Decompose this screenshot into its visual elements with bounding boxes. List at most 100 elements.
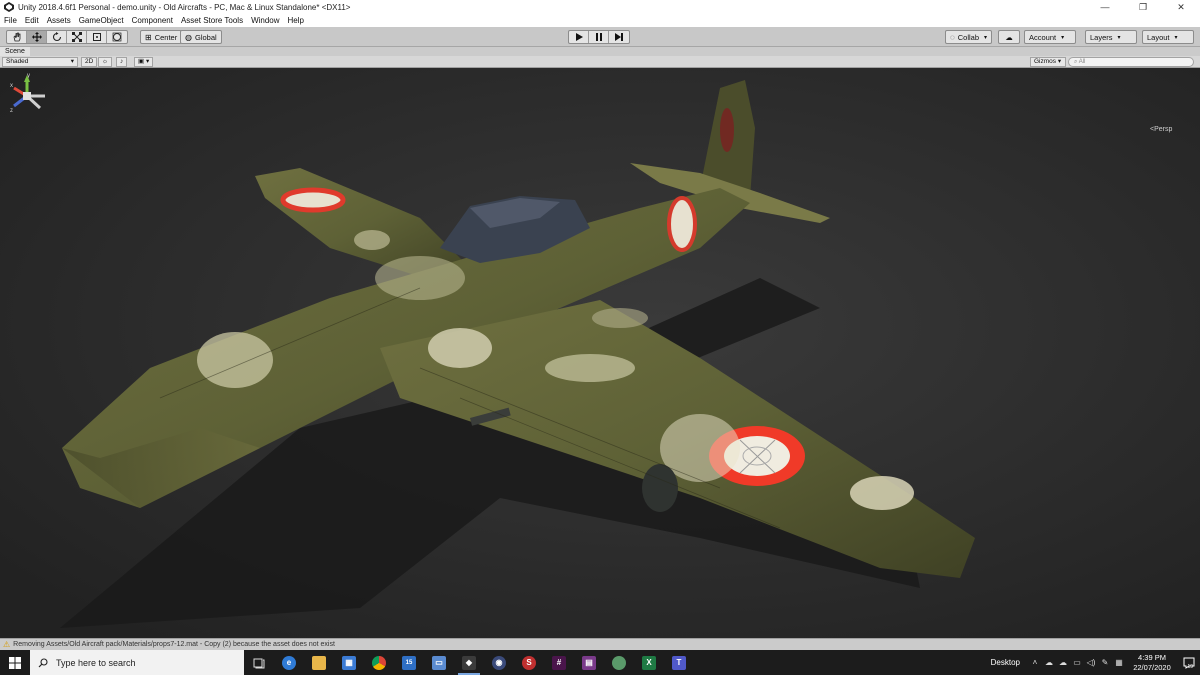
taskbar-file-explorer[interactable] [304, 650, 334, 675]
taskbar-teams[interactable]: T [664, 650, 694, 675]
excel-icon: X [642, 655, 656, 670]
chevron-up-icon[interactable]: ˄ [1028, 650, 1042, 675]
collab-dropdown[interactable]: ◌ Collab ▾ [945, 30, 993, 44]
menu-file[interactable]: File [4, 16, 17, 25]
clock-date: 22/07/2020 [1133, 662, 1171, 672]
tab-scene[interactable]: Scene [0, 47, 30, 56]
mode-2d-toggle[interactable]: 2D [81, 57, 98, 67]
svg-text:x: x [10, 83, 13, 89]
taskbar-edge[interactable]: e [274, 650, 304, 675]
volume-icon[interactable]: ◁) [1084, 650, 1098, 675]
clock[interactable]: 4:39 PM 22/07/2020 [1126, 653, 1178, 673]
hand-tool-button[interactable] [7, 31, 27, 43]
scene-viewport[interactable]: y x z <Persp [0, 68, 1200, 638]
rotate-tool-button[interactable] [47, 31, 67, 43]
restore-button[interactable]: ❐ [1124, 0, 1162, 14]
cloud-button[interactable]: ☁ [998, 30, 1020, 44]
menu-edit[interactable]: Edit [25, 16, 39, 25]
search-icon: ⌕ [1074, 59, 1078, 65]
orientation-gizmo[interactable]: y x z [0, 68, 50, 128]
onedrive-icon[interactable]: ☁ [1056, 650, 1070, 675]
clock-time: 4:39 PM [1138, 652, 1166, 662]
aircraft-render [0, 68, 1200, 638]
taskbar-chrome[interactable] [364, 650, 394, 675]
taskbar-unity[interactable]: ◆ [454, 650, 484, 675]
landing-gear [642, 464, 678, 512]
store-icon: ▦ [342, 655, 356, 670]
system-tray: Desktop ˄ ☁ ☁ ▭ ◁) ✎ ▦ 4:39 PM 22/07/202… [991, 650, 1200, 675]
start-button[interactable] [0, 650, 30, 675]
transform-tools [6, 30, 128, 44]
taskbar-search-input[interactable]: Type here to search [30, 650, 244, 675]
account-dropdown[interactable]: Account ▾ [1024, 30, 1076, 44]
remote-desktop-icon: ▭ [432, 655, 446, 670]
pen-icon[interactable]: ✎ [1098, 650, 1112, 675]
task-view-button[interactable] [244, 650, 274, 675]
taskbar-store[interactable]: ▦ [334, 650, 364, 675]
image-icon: ▣ [138, 58, 145, 65]
menu-gameobject[interactable]: GameObject [79, 16, 124, 25]
network-icon[interactable]: ▭ [1070, 650, 1084, 675]
shading-mode-dropdown[interactable]: Shaded ▾ [2, 57, 78, 67]
cloud-icon[interactable]: ☁ [1042, 650, 1056, 675]
taskbar-app-green[interactable] [604, 650, 634, 675]
status-message: Removing Assets/Old Aircraft pack/Materi… [13, 641, 335, 648]
transform-tool-button[interactable] [107, 31, 127, 43]
taskbar-excel[interactable]: X [634, 650, 664, 675]
cinema4d-icon: ◉ [492, 655, 506, 670]
pause-button[interactable] [589, 31, 609, 43]
task-view-icon [253, 658, 265, 668]
menu-component[interactable]: Component [132, 16, 173, 25]
step-button[interactable] [609, 31, 629, 43]
play-button[interactable] [569, 31, 589, 43]
mail-icon: 15 [402, 655, 416, 670]
search-placeholder: Type here to search [56, 657, 136, 668]
pivot-rotation-toggle[interactable]: ◍ Global [180, 30, 222, 44]
rect-tool-button[interactable] [87, 31, 107, 43]
layers-dropdown[interactable]: Layers ▾ [1085, 30, 1137, 44]
app-icon [612, 655, 626, 670]
taskbar-mail[interactable]: 15 [394, 650, 424, 675]
taskbar-cinema4d[interactable]: ◉ [484, 650, 514, 675]
pivot-rotation-label: Global [194, 32, 217, 42]
console-status-bar[interactable]: ⚠ Removing Assets/Old Aircraft pack/Mate… [0, 638, 1200, 650]
close-button[interactable]: ✕ [1162, 0, 1200, 14]
lighting-toggle[interactable]: ☼ [98, 57, 112, 67]
projection-label[interactable]: <Persp [1150, 126, 1172, 133]
language-icon[interactable]: ▦ [1112, 650, 1126, 675]
notifications-button[interactable]: 19 [1178, 650, 1200, 675]
unity-logo-icon [4, 2, 14, 12]
chevron-down-icon: ▾ [984, 34, 988, 41]
projection-text: Persp [1154, 126, 1173, 133]
menu-asset-store-tools[interactable]: Asset Store Tools [181, 16, 243, 25]
scene-toolbar: Shaded ▾ 2D ☼ ♪ ▣ ▾ Gizmos ▾ ⌕ All [0, 56, 1200, 68]
edge-icon: e [282, 655, 296, 670]
taskbar-slack[interactable]: # [544, 650, 574, 675]
scale-tool-button[interactable] [67, 31, 87, 43]
minimize-button[interactable]: — [1086, 0, 1124, 14]
windows-taskbar: Type here to search e ▦ 15 ▭ ◆ ◉ S # ▤ X… [0, 650, 1200, 675]
rect-icon [92, 33, 101, 41]
play-icon [575, 33, 583, 41]
main-toolbar: ⊞ Center ◍ Global ◌ Collab ▾ ☁ Account ▾… [0, 27, 1200, 47]
pivot-mode-toggle[interactable]: ⊞ Center [140, 30, 183, 44]
collab-icon: ◌ [950, 32, 955, 42]
layout-label: Layout [1147, 32, 1170, 42]
move-tool-button[interactable] [27, 31, 47, 43]
desktop-toolbar[interactable]: Desktop [991, 658, 1020, 667]
effects-dropdown[interactable]: ▣ ▾ [134, 57, 154, 67]
taskbar-remote-desktop[interactable]: ▭ [424, 650, 454, 675]
taskbar-substance[interactable]: S [514, 650, 544, 675]
audio-toggle[interactable]: ♪ [116, 57, 128, 67]
gizmos-dropdown[interactable]: Gizmos ▾ [1030, 57, 1066, 67]
menu-help[interactable]: Help [288, 16, 304, 25]
taskbar-winrar[interactable]: ▤ [574, 650, 604, 675]
collab-label: Collab [957, 32, 980, 42]
layout-dropdown[interactable]: Layout ▾ [1142, 30, 1194, 44]
chevron-down-icon: ▾ [1174, 34, 1178, 41]
scene-search-input[interactable]: ⌕ All [1068, 57, 1194, 67]
rotate-icon [52, 32, 61, 42]
menu-assets[interactable]: Assets [47, 16, 71, 25]
menu-window[interactable]: Window [251, 16, 279, 25]
substance-icon: S [522, 655, 536, 670]
